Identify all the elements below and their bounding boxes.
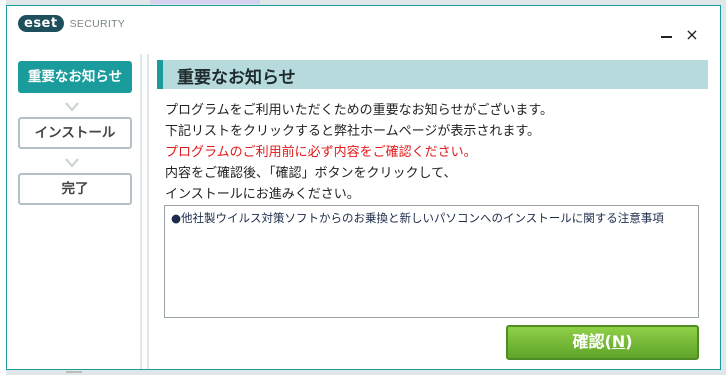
confirm-button-label-end: ) xyxy=(625,332,633,351)
step-install: インストール xyxy=(18,117,132,149)
chevron-down-icon xyxy=(65,102,79,112)
step-complete: 完了 xyxy=(18,173,132,205)
notice-list-item[interactable]: ●他社製ウイルス対策ソフトからのお乗換と新しいパソコンへのインストールに関する注… xyxy=(171,210,664,226)
chevron-down-icon xyxy=(65,158,79,168)
background-scroll-mark xyxy=(66,371,82,373)
installer-window: eset SECURITY × 重要なお知らせ インストール 完了 重要なお知ら… xyxy=(6,5,721,370)
eset-logo-badge: eset xyxy=(18,15,64,32)
confirm-button-shortcut: N xyxy=(611,332,626,351)
confirm-button-label: 確認( xyxy=(572,332,612,351)
page-title: 重要なお知らせ xyxy=(177,68,296,88)
sidebar-divider xyxy=(140,54,149,369)
minimize-button[interactable] xyxy=(657,26,675,44)
section-header: 重要なお知らせ xyxy=(157,60,708,89)
background-highlight xyxy=(150,0,260,4)
notice-list: ●他社製ウイルス対策ソフトからのお乗換と新しいパソコンへのインストールに関する注… xyxy=(164,205,699,318)
close-button[interactable]: × xyxy=(683,26,701,44)
intro-line-4: 内容をご確認後、「確認」ボタンをクリックして、 xyxy=(165,166,457,181)
intro-line-5: インストールにお進みください。 xyxy=(165,187,360,202)
intro-line-2: 下記リストをクリックすると弊社ホームページが表示されます。 xyxy=(165,124,541,139)
eset-logo: eset SECURITY xyxy=(18,15,125,32)
confirm-button[interactable]: 確認(N) xyxy=(506,325,699,360)
step-sidebar: 重要なお知らせ インストール 完了 xyxy=(7,54,141,369)
intro-line-1: プログラムをご利用いただくための重要なお知らせがございます。 xyxy=(165,103,554,118)
warning-line: プログラムのご利用前に必ず内容をご確認ください。 xyxy=(165,145,477,160)
eset-logo-product: SECURITY xyxy=(69,17,126,30)
step-important-notice: 重要なお知らせ xyxy=(18,61,132,93)
